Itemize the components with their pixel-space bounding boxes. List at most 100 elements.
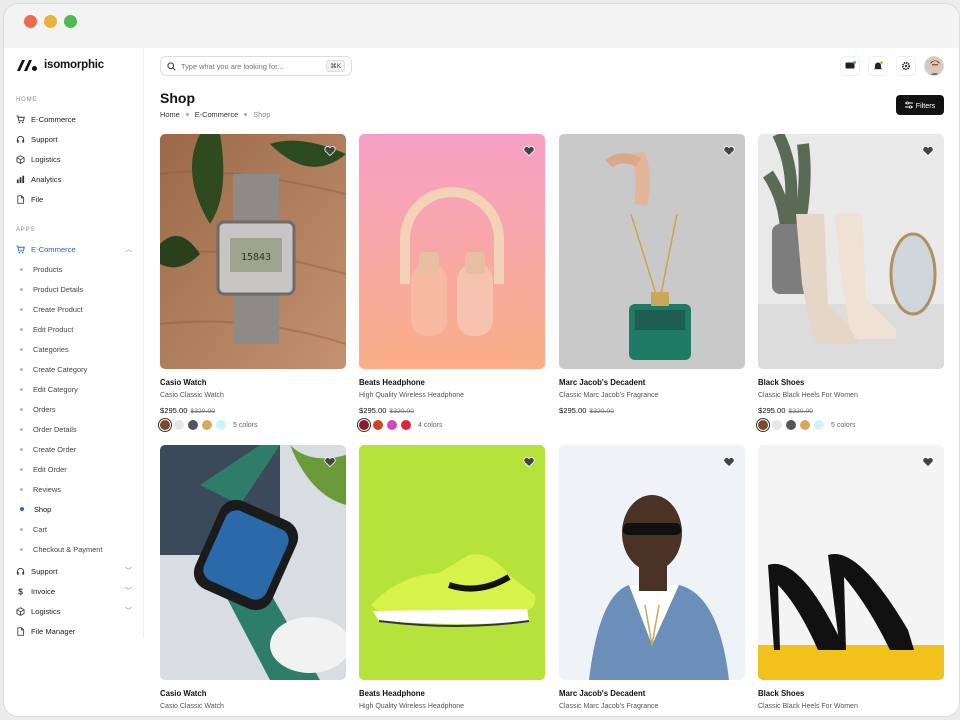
product-name[interactable]: Casio Watch [160, 378, 346, 387]
chevron-down-icon: ﹀ [125, 608, 132, 615]
sidebar-subitem-categories[interactable]: Categories [20, 342, 69, 356]
sidebar-item-e-commerce[interactable]: E-Commerce [16, 111, 132, 127]
product-name[interactable]: Marc Jacob's Decadent [559, 689, 745, 698]
color-swatch[interactable] [758, 420, 768, 430]
color-swatch[interactable] [786, 420, 796, 430]
box-icon [16, 606, 25, 616]
bullet-dot [20, 267, 23, 271]
product-card[interactable]: 15843 Casio Watch Casio Classic Watch $295.… [160, 134, 346, 430]
sidebar-subitem-edit-product[interactable]: Edit Product [20, 322, 73, 336]
color-swatch[interactable] [202, 420, 212, 430]
product-name[interactable]: Beats Headphone [359, 689, 545, 698]
color-swatch[interactable] [814, 420, 824, 430]
brand-logo[interactable]: isomorphic [16, 58, 104, 72]
product-card[interactable]: Black Shoes Classic Black Heels For Women… [758, 134, 944, 430]
filters-button[interactable]: Filters [896, 95, 944, 115]
heart-icon[interactable] [324, 455, 336, 468]
colors-count: 4 colors [418, 421, 443, 429]
color-swatch[interactable] [772, 420, 782, 430]
color-swatch[interactable] [359, 420, 369, 430]
product-name[interactable]: Black Shoes [758, 689, 944, 698]
product-image[interactable] [559, 134, 745, 369]
product-name[interactable]: Black Shoes [758, 378, 944, 387]
product-image[interactable] [559, 445, 745, 680]
sidebar-subitem-create-category[interactable]: Create Category [20, 362, 87, 376]
product-card[interactable]: Marc Jacob's Decadent Classic Marc Jacob'… [559, 134, 745, 415]
sidebar-subitem-edit-category[interactable]: Edit Category [20, 382, 78, 396]
sidebar-item-support[interactable]: Support [16, 131, 132, 147]
sidebar-subitem-order-details[interactable]: Order Details [20, 422, 77, 436]
sidebar-subitem-checkout-payment[interactable]: Checkout & Payment [20, 542, 102, 556]
user-avatar[interactable] [924, 56, 944, 76]
color-swatch[interactable] [800, 420, 810, 430]
settings-button[interactable] [896, 56, 916, 76]
product-image[interactable] [160, 445, 346, 680]
window-chrome [4, 4, 959, 48]
sidebar-item-logistics[interactable]: Logistics [16, 151, 132, 167]
product-description: High Quality Wireless Headphone [359, 703, 465, 710]
close-window-dot[interactable] [24, 15, 37, 28]
heart-icon[interactable] [723, 144, 735, 157]
sidebar-item-file[interactable]: File [16, 191, 132, 207]
sidebar-subitem-cart[interactable]: Cart [20, 522, 47, 536]
sidebar-subitem-label: Order Details [33, 424, 77, 434]
color-swatch[interactable] [401, 420, 411, 430]
sidebar-item-analytics[interactable]: Analytics [16, 171, 132, 187]
product-card[interactable]: Black Shoes Classic Black Heels For Women… [758, 445, 944, 716]
product-name[interactable]: Casio Watch [160, 689, 346, 698]
breadcrumb-home[interactable]: Home [160, 110, 180, 119]
color-swatch[interactable] [387, 420, 397, 430]
sidebar-item-support-app[interactable]: Support ﹀ [16, 563, 132, 579]
messages-button[interactable] [840, 56, 860, 76]
product-card[interactable]: Casio WatchCasio Classic Watch$295.00$32… [160, 445, 346, 716]
search-input[interactable] [181, 61, 321, 71]
sidebar-subitem-label: Create Product [33, 304, 83, 314]
color-swatch[interactable] [373, 420, 383, 430]
current-price: $295.00 [559, 406, 587, 415]
sidebar-subitem-create-order[interactable]: Create Order [20, 442, 76, 456]
sidebar-subitem-orders[interactable]: Orders [20, 402, 56, 416]
product-image[interactable] [359, 134, 545, 369]
product-image[interactable]: 15843 [160, 134, 346, 369]
sidebar-subitem-edit-order[interactable]: Edit Order [20, 462, 67, 476]
search-bar[interactable]: ⌘K [160, 56, 352, 76]
bullet-dot [20, 487, 23, 491]
product-card[interactable]: Beats Headphone High Quality Wireless Hea… [359, 445, 545, 716]
heart-icon[interactable] [922, 144, 934, 157]
notifications-button[interactable] [868, 56, 888, 76]
color-swatch[interactable] [174, 420, 184, 430]
chart-icon [16, 175, 25, 184]
product-name[interactable]: Marc Jacob's Decadent [559, 378, 745, 387]
breadcrumb-separator [244, 113, 248, 116]
sidebar-subitem-shop[interactable]: Shop [20, 502, 51, 516]
sidebar-item-file-manager-app[interactable]: File Manager [16, 623, 132, 638]
sidebar-subitem-create-product[interactable]: Create Product [20, 302, 83, 316]
product-image[interactable] [758, 134, 944, 369]
product-card[interactable]: Beats Headphone High Quality Wireless Hea… [359, 134, 545, 430]
product-card[interactable]: Marc Jacob's Decadent Classic Marc Jacob'… [559, 445, 745, 716]
heart-icon[interactable] [523, 144, 535, 157]
breadcrumb-ecommerce[interactable]: E-Commerce [195, 110, 239, 119]
color-swatch[interactable] [216, 420, 226, 430]
minimize-window-dot[interactable] [44, 15, 57, 28]
breadcrumb-separator [185, 113, 189, 116]
sidebar-item-label: Logistics [31, 606, 61, 616]
sidebar-subitem-product-details[interactable]: Product Details [20, 282, 83, 296]
sidebar-subitem-label: Edit Category [33, 384, 78, 394]
sidebar-item-logistics-app[interactable]: Logistics ﹀ [16, 603, 132, 619]
sidebar-subitem-products[interactable]: Products [20, 262, 62, 276]
heart-icon[interactable] [324, 144, 336, 157]
heart-icon[interactable] [523, 455, 535, 468]
color-swatch[interactable] [188, 420, 198, 430]
sidebar-item-invoice-app[interactable]: $ Invoice ﹀ [16, 583, 132, 599]
sidebar-subitem-reviews[interactable]: Reviews [20, 482, 61, 496]
product-image[interactable] [758, 445, 944, 680]
color-swatch[interactable] [160, 420, 170, 430]
product-image[interactable] [359, 445, 545, 680]
product-description: Classic Black Heels For Women [758, 703, 858, 710]
sidebar-item-ecommerce-app[interactable]: E-Commerce ︿ [16, 241, 132, 257]
product-name[interactable]: Beats Headphone [359, 378, 545, 387]
heart-icon[interactable] [922, 455, 934, 468]
heart-icon[interactable] [723, 455, 735, 468]
maximize-window-dot[interactable] [64, 15, 77, 28]
